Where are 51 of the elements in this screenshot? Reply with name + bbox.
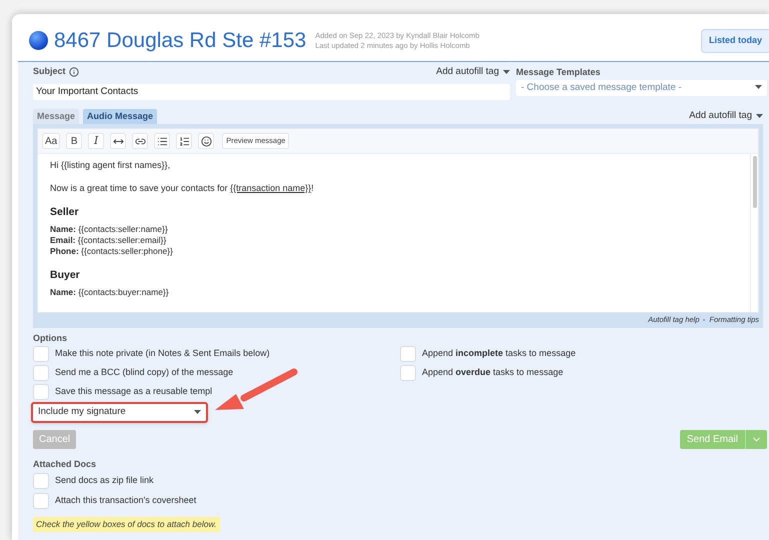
- templates-label: Message Templates: [516, 66, 602, 78]
- info-icon: [68, 67, 79, 77]
- signature-select[interactable]: Include my signature: [31, 402, 208, 423]
- options-label: Options: [33, 332, 68, 344]
- horizontal-arrows-icon[interactable]: [110, 133, 126, 149]
- subject-label: Subject: [33, 65, 66, 78]
- message-tab[interactable]: Audio Message: [83, 109, 158, 124]
- bold-button[interactable]: B: [66, 133, 82, 149]
- checkbox[interactable]: [33, 346, 49, 362]
- contact-line: Email: {{contacts:seller:email}}: [50, 235, 168, 246]
- caret-icon: [194, 410, 201, 414]
- checkbox[interactable]: [33, 364, 49, 380]
- checkbox[interactable]: [400, 346, 416, 362]
- checkbox-label: Send docs as zip file link: [55, 474, 154, 487]
- contact-line: Name: {{contacts:buyer:name}}: [50, 287, 170, 298]
- caret-icon: [756, 114, 763, 118]
- caret-icon: [755, 85, 762, 90]
- checkbox[interactable]: [33, 492, 49, 508]
- contact-line: Phone: {{contacts:seller:phone}}: [50, 246, 174, 257]
- numbered-list-icon[interactable]: [176, 133, 192, 149]
- scrollbar-thumb[interactable]: [752, 156, 756, 208]
- autofill-tag-dropdown[interactable]: Add autofill tag: [436, 64, 510, 80]
- checkbox-label: Attach this transaction's coversheet: [55, 494, 196, 507]
- italic-button[interactable]: I: [88, 133, 104, 149]
- checkbox[interactable]: [33, 472, 49, 488]
- smiley-icon[interactable]: [198, 133, 214, 149]
- autofill-tag-link[interactable]: {{transaction name}}: [230, 183, 312, 193]
- checkbox-label: Make this note private (in Notes & Sent Emails below): [55, 346, 270, 360]
- checkbox-label: Append incomplete tasks to message: [422, 346, 576, 360]
- message-paragraph: Hi {{listing agent first names}},: [50, 160, 172, 171]
- checkbox-label: Append overdue tasks to message: [422, 366, 564, 379]
- caret-icon: [503, 70, 510, 74]
- message-heading: Buyer: [50, 269, 81, 282]
- checkbox-label: Save this message as a reusable templ: [55, 384, 212, 398]
- bulleted-list-icon[interactable]: [154, 133, 170, 149]
- message-paragraph: Now is a great time to save your contacts for {{transaction name}}!: [50, 183, 315, 194]
- subject-field[interactable]: Your Important Contacts: [33, 84, 510, 100]
- checkbox[interactable]: [400, 364, 416, 380]
- checkbox[interactable]: [33, 384, 49, 400]
- attached-docs-label: Attached Docs: [33, 458, 98, 470]
- message-tab[interactable]: Message: [33, 109, 80, 124]
- listing-title: 8467 Douglas Rd Ste #153: [54, 28, 306, 54]
- checkbox-label: Send me a BCC (blind copy) of the message: [55, 366, 234, 379]
- autofill-tag-dropdown[interactable]: Add autofill tag: [689, 108, 763, 123]
- link-icon[interactable]: [132, 133, 148, 149]
- attach-note: Check the yellow boxes of docs to attach below.: [33, 517, 220, 532]
- listed-today-button[interactable]: Listed today: [700, 28, 769, 52]
- contact-line: Name: {{contacts:seller:name}}: [50, 224, 169, 235]
- font-button[interactable]: Aa: [42, 133, 60, 149]
- send-options-button[interactable]: [746, 430, 767, 449]
- message-heading: Seller: [50, 206, 80, 219]
